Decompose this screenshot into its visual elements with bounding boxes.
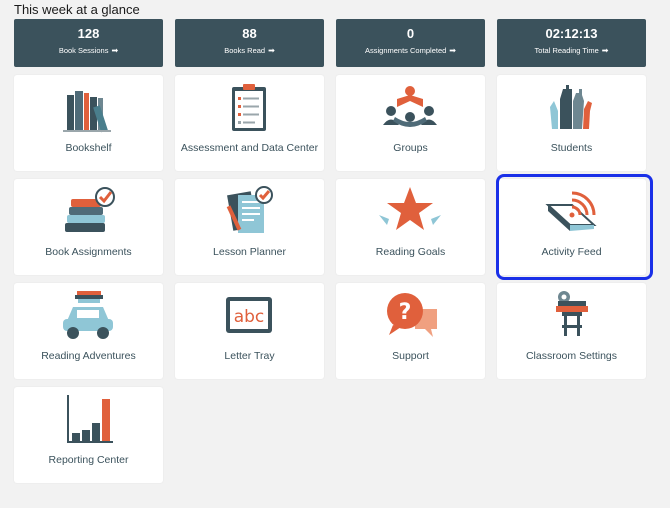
tile-label: Letter Tray [224, 350, 275, 362]
tile-label: Groups [393, 142, 428, 154]
stat-label: Total Reading Time [534, 46, 599, 55]
clipboard-icon [214, 81, 284, 133]
desk-gear-icon [536, 289, 606, 341]
arrow-right-icon: ➡ [449, 46, 456, 55]
tile-label: Students [550, 142, 593, 154]
tile-reading-adventures[interactable]: Reading Adventures [14, 283, 163, 379]
abc-board-icon: abc [214, 289, 284, 341]
lesson-planner-icon [214, 185, 284, 237]
arrow-right-icon: ➡ [601, 46, 609, 55]
page-title: This week at a glance [14, 2, 140, 17]
tile-label: Support [392, 350, 429, 362]
stat-value: 02:12:13 [545, 26, 598, 41]
arrow-right-icon: ➡ [111, 46, 119, 55]
tile-reading-goals[interactable]: Reading Goals [336, 179, 485, 275]
tile-letter-tray[interactable]: abc Letter Tray [175, 283, 324, 379]
tile-reporting-center[interactable]: Reporting Center [14, 387, 163, 483]
bar-chart-icon [53, 393, 123, 445]
tile-book-assignments[interactable]: Book Assignments [14, 179, 163, 275]
question-bubble-icon: ? [375, 289, 445, 341]
tile-label: Lesson Planner [213, 246, 286, 258]
tile-bookshelf[interactable]: Bookshelf [14, 75, 163, 171]
tile-classroom-settings[interactable]: Classroom Settings [497, 283, 646, 379]
svg-text:abc: abc [234, 307, 265, 327]
tile-label: Reading Adventures [41, 350, 136, 362]
stat-label: Book Sessions [58, 46, 109, 55]
tile-label: Assessment and Data Center [180, 142, 319, 154]
tile-label: Reading Goals [375, 246, 446, 258]
book-feed-icon [536, 185, 606, 237]
stat-assignments-completed[interactable]: 0 Assignments Completed ➡ [336, 19, 485, 67]
stat-label: Books Read [224, 46, 266, 55]
bookshelf-icon [53, 81, 123, 133]
tile-label: Activity Feed [541, 246, 602, 258]
arrow-right-icon: ➡ [268, 46, 275, 55]
tile-support[interactable]: ? Support [336, 283, 485, 379]
stat-book-sessions[interactable]: 128 Book Sessions ➡ [14, 19, 163, 67]
groups-icon [375, 81, 445, 133]
tile-label: Reporting Center [48, 454, 129, 466]
raised-hands-icon [536, 81, 606, 133]
tile-assessment-data-center[interactable]: Assessment and Data Center [175, 75, 324, 171]
car-books-icon [53, 289, 123, 341]
tile-groups[interactable]: Groups [336, 75, 485, 171]
tile-students[interactable]: Students [497, 75, 646, 171]
book-stack-check-icon [53, 185, 123, 237]
star-icon [375, 185, 445, 237]
stat-books-read[interactable]: 88 Books Read ➡ [175, 19, 324, 67]
tile-label: Bookshelf [65, 142, 112, 154]
tile-activity-feed[interactable]: Activity Feed [497, 179, 646, 275]
stat-label: Assignments Completed [365, 46, 447, 55]
svg-text:?: ? [399, 300, 412, 325]
stat-total-reading-time[interactable]: 02:12:13 Total Reading Time ➡ [497, 19, 646, 67]
stat-value: 88 [242, 26, 257, 41]
tile-label: Classroom Settings [525, 350, 618, 362]
weekly-stats: 128 Book Sessions ➡ 88 Books Read ➡ 0 Assi… [14, 19, 650, 67]
tile-label: Book Assignments [45, 246, 132, 258]
stat-value: 0 [406, 26, 415, 41]
tile-lesson-planner[interactable]: Lesson Planner [175, 179, 324, 275]
stat-value: 128 [77, 26, 100, 41]
